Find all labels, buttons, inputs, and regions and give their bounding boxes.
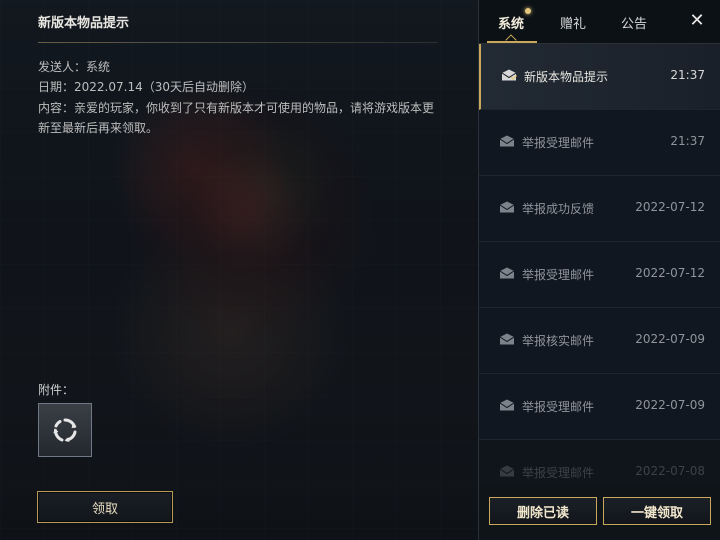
mail-item-time: 21:37 xyxy=(670,134,705,148)
tab-gift[interactable]: 赠礼 xyxy=(560,13,586,32)
mail-date: 日期：2022.07.14（30天后自动删除） xyxy=(38,78,254,95)
mail-item-time: 2022-07-09 xyxy=(635,332,705,346)
mail-item-title: 举报受理邮件 xyxy=(522,136,595,150)
mail-open-icon xyxy=(499,399,515,411)
mail-open-icon xyxy=(499,465,515,477)
mail-open-icon xyxy=(499,201,515,213)
mail-list-item[interactable]: 举报核实邮件 2022-07-09 xyxy=(479,308,720,374)
mail-detail: 新版本物品提示 发送人：系统 日期：2022.07.14（30天后自动删除） 内… xyxy=(0,0,478,540)
mail-item-time: 2022-07-09 xyxy=(635,398,705,412)
tab-bar: 系统 赠礼 公告 ✕ xyxy=(479,0,720,46)
attachments-label: 附件： xyxy=(38,383,75,397)
refresh-icon xyxy=(53,418,77,442)
mail-list-item[interactable]: 举报受理邮件 21:37 xyxy=(479,110,720,176)
mail-item-title: 举报成功反馈 xyxy=(522,202,595,216)
mail-list: 新版本物品提示 21:37 举报受理邮件 21:37 举报成功反馈 2022-0… xyxy=(479,44,720,484)
mail-list-panel: 系统 赠礼 公告 ✕ 新版本物品提示 21:37 举报受理邮件 21:37 举报… xyxy=(478,0,720,540)
mail-item-title: 举报受理邮件 xyxy=(522,268,595,282)
mail-open-icon xyxy=(501,69,517,81)
mail-list-item[interactable]: 举报受理邮件 2022-07-08 xyxy=(479,440,720,484)
close-icon[interactable]: ✕ xyxy=(688,12,706,30)
mail-list-item[interactable]: 举报受理邮件 2022-07-09 xyxy=(479,374,720,440)
date-text: 日期：2022.07.14（30天后自动删除） xyxy=(38,80,254,94)
delete-read-button[interactable]: 删除已读 xyxy=(489,497,597,525)
tab-system-badge xyxy=(525,8,531,14)
sender-text: 发送人：系统 xyxy=(38,60,111,74)
mail-list-item[interactable]: 举报受理邮件 2022-07-12 xyxy=(479,242,720,308)
claim-all-button[interactable]: 一键领取 xyxy=(603,497,711,525)
claim-button[interactable]: 领取 xyxy=(37,491,173,523)
tab-system[interactable]: 系统 xyxy=(498,13,524,32)
mail-item-time: 2022-07-08 xyxy=(635,464,705,478)
mail-item-time: 2022-07-12 xyxy=(635,200,705,214)
mail-list-item[interactable]: 举报成功反馈 2022-07-12 xyxy=(479,176,720,242)
mail-open-icon xyxy=(499,135,515,147)
mail-item-title: 新版本物品提示 xyxy=(524,70,609,84)
mail-item-title: 举报核实邮件 xyxy=(522,334,595,348)
mail-item-title: 举报受理邮件 xyxy=(522,466,595,480)
mail-title: 新版本物品提示 xyxy=(38,16,130,31)
mail-list-item[interactable]: 新版本物品提示 21:37 xyxy=(479,44,720,110)
title-divider xyxy=(38,42,438,43)
mail-item-time: 2022-07-12 xyxy=(635,266,705,280)
mail-open-icon xyxy=(499,333,515,345)
mail-sender: 发送人：系统 xyxy=(38,58,110,75)
mail-open-icon xyxy=(499,267,515,279)
mail-item-title: 举报受理邮件 xyxy=(522,400,595,414)
attachment-slot[interactable] xyxy=(38,403,92,457)
panel-actions: 删除已读 一键领取 xyxy=(479,484,720,540)
tab-announcement[interactable]: 公告 xyxy=(621,13,647,32)
mail-content: 内容：亲爱的玩家，你收到了只有新版本才可使用的物品，请将游戏版本更新至最新后再来… xyxy=(38,101,435,135)
mail-item-time: 21:37 xyxy=(670,68,705,82)
